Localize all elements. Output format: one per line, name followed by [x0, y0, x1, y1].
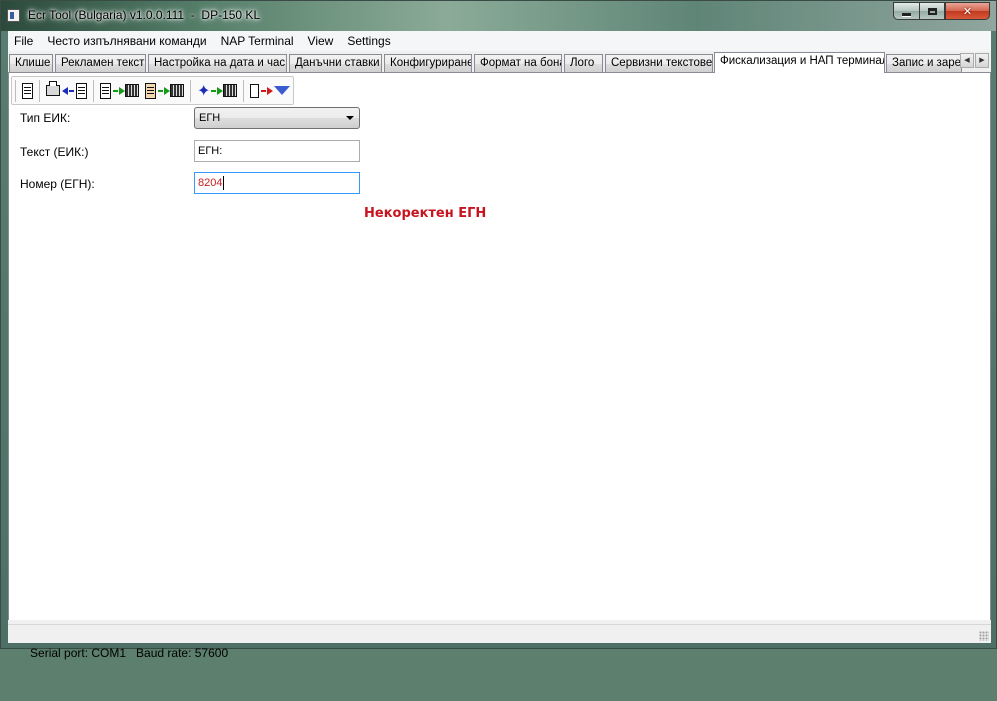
- eik-type-label: Тип ЕИК:: [20, 111, 71, 125]
- status-text: Serial port: COM1 Baud rate: 57600: [30, 646, 229, 660]
- eik-text-label: Текст (ЕИК:): [20, 145, 89, 159]
- tab-fiscalization[interactable]: Фискализация и НАП терминал: [714, 52, 885, 73]
- tab-configuration[interactable]: Конфигуриране: [384, 54, 472, 73]
- operator-to-register-icon: [145, 82, 184, 99]
- chevron-right-icon: ▶: [979, 56, 985, 64]
- toolbar-button-device-dropdown[interactable]: [247, 80, 293, 102]
- menu-file[interactable]: File: [8, 31, 40, 51]
- close-icon: ✕: [962, 4, 973, 18]
- menu-frequent-commands[interactable]: Често изпълнявани команди: [40, 31, 213, 51]
- tab-scroll-left-button[interactable]: ◀: [960, 53, 974, 68]
- printer-to-device-icon: [46, 81, 87, 99]
- chevron-down-icon: [346, 116, 354, 120]
- toolbar-separator: [243, 79, 245, 102]
- tab-tax-rates[interactable]: Данъчни ставки: [289, 54, 382, 73]
- device-to-dropdown-icon: [250, 83, 291, 98]
- toolbar-button-read-from-device[interactable]: [43, 80, 90, 102]
- tab-receipt-format[interactable]: Формат на бона: [474, 54, 562, 73]
- tab-advert-text[interactable]: Рекламен текст: [55, 54, 146, 73]
- eik-text-field[interactable]: ЕГН:: [194, 140, 360, 162]
- toolbar-separator: [93, 79, 94, 102]
- menu-view[interactable]: View: [301, 31, 341, 51]
- maximize-icon: [927, 7, 937, 15]
- minimize-button[interactable]: [893, 2, 919, 20]
- close-button[interactable]: ✕: [945, 2, 990, 20]
- text-caret: [223, 176, 224, 190]
- minimize-icon: [902, 12, 911, 16]
- toolbar-button-document[interactable]: [19, 80, 36, 102]
- tab-record-load[interactable]: Запис и зареж: [886, 54, 962, 73]
- device-to-register-icon: [100, 82, 139, 99]
- tab-service-texts[interactable]: Сервизни текстове: [605, 54, 713, 73]
- app-window: Ecr Tool (Bulgaria) v1.0.0.111 - DP-150 …: [0, 0, 997, 660]
- chevron-left-icon: ◀: [964, 56, 970, 64]
- document-icon: [22, 82, 33, 99]
- menu-nap-terminal[interactable]: NAP Terminal: [214, 31, 301, 51]
- menu-settings[interactable]: Settings: [340, 31, 397, 51]
- egn-number-label: Номер (ЕГН):: [20, 177, 95, 191]
- eik-type-select[interactable]: ЕГН: [194, 107, 360, 129]
- eik-type-value: ЕГН: [199, 112, 221, 124]
- maximize-button[interactable]: [919, 2, 945, 20]
- tab-page-fiscalization: ✦ Тип ЕИК: ЕГН Текст (ЕИК:) ЕГН: Номер (…: [8, 73, 991, 620]
- app-icon[interactable]: [7, 9, 20, 22]
- toolbar-button-person-to-register[interactable]: ✦: [194, 80, 240, 102]
- tab-header[interactable]: Клише: [9, 54, 53, 73]
- client-area: File Често изпълнявани команди NAP Termi…: [8, 31, 991, 660]
- toolbar: ✦: [11, 76, 295, 105]
- menu-bar: File Често изпълнявани команди NAP Termi…: [8, 31, 991, 51]
- tab-logo[interactable]: Лого: [564, 54, 603, 73]
- toolbar-separator: [39, 79, 40, 102]
- egn-number-field[interactable]: 8204: [194, 172, 360, 194]
- tab-scroll-right-button[interactable]: ▶: [975, 53, 989, 68]
- resize-grip-icon[interactable]: [979, 631, 989, 641]
- window-title: Ecr Tool (Bulgaria) v1.0.0.111 - DP-150 …: [28, 8, 261, 22]
- toolbar-separator: [190, 79, 191, 102]
- toolbar-button-operator-to-register[interactable]: [142, 80, 187, 102]
- title-bar[interactable]: Ecr Tool (Bulgaria) v1.0.0.111 - DP-150 …: [1, 1, 996, 31]
- egn-number-value: 8204: [198, 177, 223, 189]
- tab-date-time[interactable]: Настройка на дата и час: [148, 54, 287, 73]
- toolbar-separator: [15, 79, 16, 102]
- validation-error: Некоректен ЕГН: [364, 206, 487, 221]
- toolbar-button-write-to-register[interactable]: [97, 80, 142, 102]
- tab-strip: Клише Рекламен текст Настройка на дата и…: [8, 51, 991, 73]
- status-bar: Serial port: COM1 Baud rate: 57600: [8, 624, 991, 660]
- window-controls: ✕: [893, 2, 990, 21]
- person-to-register-icon: ✦: [197, 82, 238, 99]
